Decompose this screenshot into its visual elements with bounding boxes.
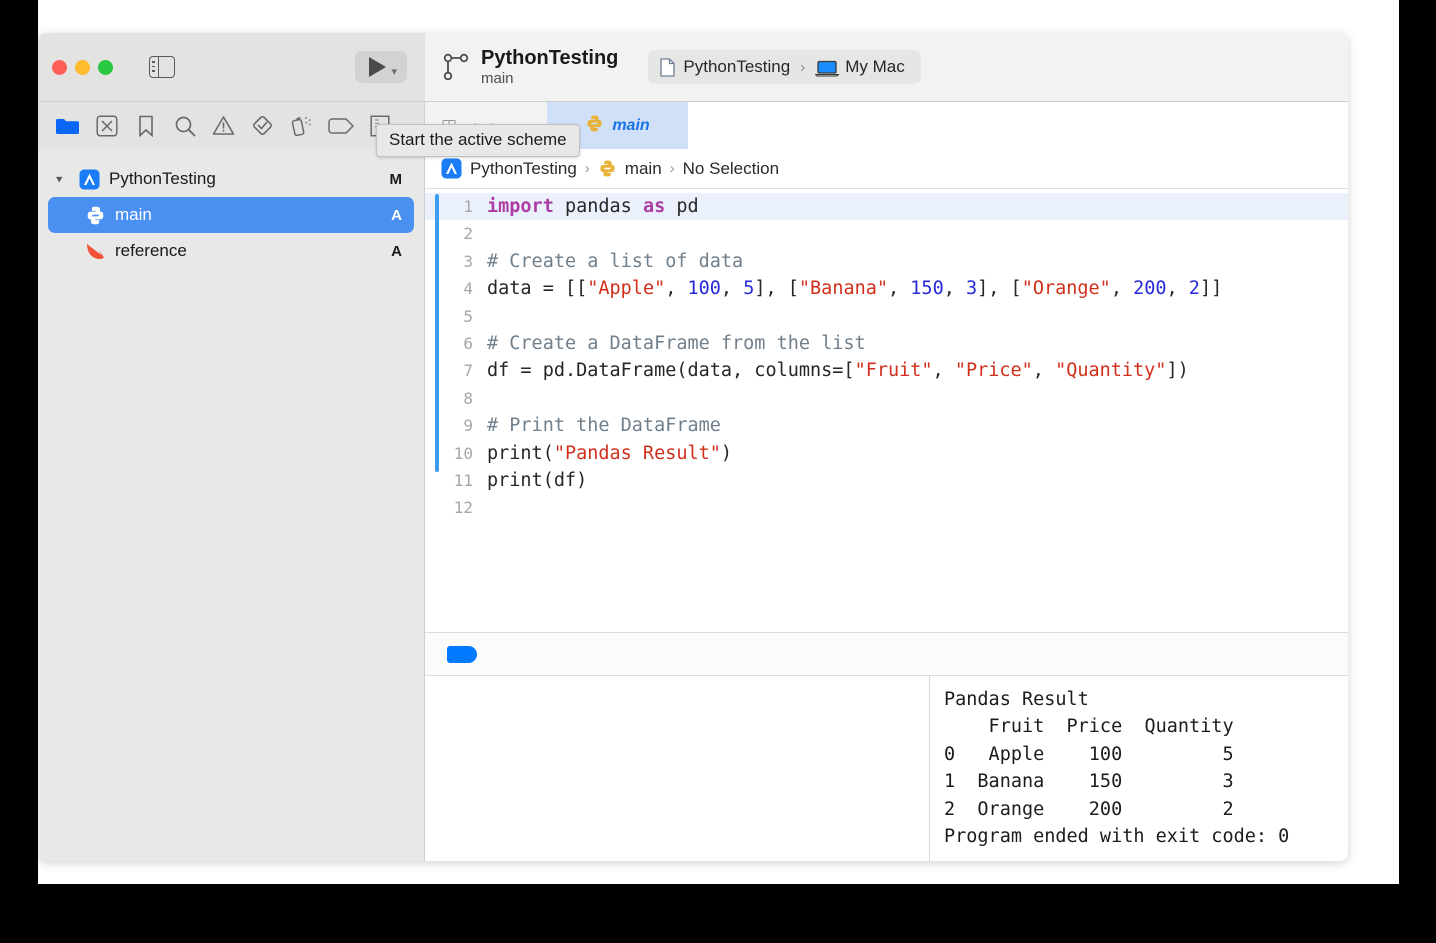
- navigator-tab-breakpoints[interactable]: [321, 106, 360, 146]
- code-line[interactable]: 11 print(df): [425, 467, 1348, 494]
- xcode-project-icon: [441, 158, 462, 179]
- title-bar: ▾ PythonTesting main PythonTesting › My …: [38, 33, 1348, 101]
- navigator-item-label: main: [115, 205, 152, 224]
- breadcrumb-item-file[interactable]: main: [625, 159, 662, 179]
- navigator-item-status: A: [391, 242, 402, 260]
- code-text: import pandas as pd: [487, 196, 699, 217]
- code-text: print(df): [487, 469, 588, 491]
- diamond-check-icon: [253, 115, 272, 135]
- code-text: # Create a DataFrame from the list: [487, 332, 866, 354]
- tag-icon: [327, 117, 354, 134]
- navigator-tab-debug[interactable]: [282, 106, 321, 146]
- line-number: 12: [453, 498, 473, 518]
- tab-bar-empty-area: [688, 102, 1348, 149]
- python-icon: [82, 205, 108, 226]
- navigator-item-label: reference: [115, 241, 187, 260]
- navigator-tab-tests[interactable]: [243, 106, 282, 146]
- code-lines[interactable]: 1 import pandas as pd 2 3 # Create a list of…: [425, 193, 1348, 522]
- code-line[interactable]: 9 # Print the DataFrame: [425, 412, 1348, 439]
- destination-scheme-label: PythonTesting: [683, 57, 791, 76]
- mac-laptop-icon: [814, 60, 840, 76]
- navigator-tab-project[interactable]: [48, 106, 87, 146]
- breadcrumb-separator: ›: [584, 160, 590, 177]
- scheme-branch: main: [481, 69, 514, 87]
- xcode-window: ▾ PythonTesting main PythonTesting › My …: [38, 33, 1348, 861]
- bookmark-icon: [138, 115, 153, 137]
- navigator-item-pythontesting[interactable]: ▾ PythonTesting M: [48, 161, 414, 197]
- editor-column: PythonTesting › main › No Selection 1 imp…: [425, 149, 1348, 861]
- variables-view: [425, 676, 930, 861]
- debug-area: Pandas Result Fruit Price Quantity 0 App…: [425, 676, 1348, 861]
- chevron-down-icon[interactable]: ▾: [56, 172, 72, 186]
- python-icon: [598, 159, 617, 178]
- secondary-toolbar: ◫ ‹ › main: [38, 101, 1348, 149]
- navigator-item-reference[interactable]: reference A: [48, 233, 414, 269]
- debug-bar: [425, 632, 1348, 676]
- sidebar-toggle-icon[interactable]: [149, 56, 175, 78]
- console-output[interactable]: Pandas Result Fruit Price Quantity 0 App…: [930, 676, 1348, 861]
- code-text: # Print the DataFrame: [487, 415, 721, 437]
- navigator-item-status: A: [391, 206, 402, 224]
- tooltip: Start the active scheme: [376, 124, 580, 157]
- spray-can-icon: [291, 116, 311, 137]
- destination-separator: ›: [800, 58, 806, 76]
- run-destination-selector[interactable]: PythonTesting › My Mac: [648, 50, 921, 84]
- project-navigator-panel: ▾ PythonTesting M main A reference A: [38, 149, 425, 861]
- navigator-tab-bar: [38, 102, 425, 149]
- play-icon: [369, 57, 387, 77]
- search-icon: [175, 116, 195, 136]
- swift-icon: [82, 241, 108, 261]
- folder-icon: [56, 118, 79, 134]
- code-line[interactable]: 4 data = [["Apple", 100, 5], ["Banana", 1…: [425, 275, 1348, 302]
- navigator-tab-find[interactable]: [165, 106, 204, 146]
- breakpoint-toggle-icon[interactable]: [447, 645, 477, 663]
- chevron-down-icon: ▾: [391, 66, 397, 78]
- code-text: df = pd.DataFrame(data, columns=["Fruit"…: [487, 360, 1189, 382]
- navigator-item-label: PythonTesting: [109, 169, 216, 188]
- code-text: # Create a list of data: [487, 250, 744, 272]
- code-line[interactable]: 8: [425, 385, 1348, 412]
- close-window-button[interactable]: [52, 59, 67, 75]
- title-bar-left: ▾: [38, 33, 425, 101]
- code-line[interactable]: 1 import pandas as pd: [425, 193, 1348, 221]
- code-line[interactable]: 12: [425, 494, 1348, 521]
- code-line[interactable]: 2: [425, 220, 1348, 247]
- code-line[interactable]: 10 print("Pandas Result"): [425, 440, 1348, 467]
- window-controls: [52, 59, 113, 75]
- source-editor[interactable]: 1 import pandas as pd 2 3 # Create a list of…: [425, 189, 1348, 632]
- code-line[interactable]: 3 # Create a list of data: [425, 248, 1348, 275]
- navigator-tab-issues[interactable]: [204, 106, 243, 146]
- document-icon: [660, 57, 676, 77]
- code-line[interactable]: 6 # Create a DataFrame from the list: [425, 330, 1348, 357]
- main-body: ▾ PythonTesting M main A reference A Pyt…: [38, 149, 1348, 861]
- navigator-item-main[interactable]: main A: [48, 197, 414, 233]
- x-box-icon: [95, 114, 118, 137]
- code-text: print("Pandas Result"): [487, 442, 733, 464]
- run-button[interactable]: ▾: [355, 51, 407, 83]
- code-line[interactable]: 5: [425, 303, 1348, 330]
- navigator-tab-bookmarks[interactable]: [126, 106, 165, 146]
- scheme-name: PythonTesting: [481, 46, 619, 69]
- warning-triangle-icon: [212, 116, 235, 135]
- edited-lines-indicator: [435, 194, 439, 472]
- tab-label: main: [612, 116, 650, 134]
- zoom-window-button[interactable]: [98, 59, 113, 75]
- code-line[interactable]: 7 df = pd.DataFrame(data, columns=["Fruit…: [425, 357, 1348, 384]
- breadcrumb-separator: ›: [669, 160, 675, 177]
- branch-icon: [443, 52, 469, 82]
- scheme-area: PythonTesting main PythonTesting › My Ma…: [425, 33, 1348, 101]
- breadcrumb-item-selection[interactable]: No Selection: [683, 159, 779, 179]
- minimize-window-button[interactable]: [75, 59, 90, 75]
- destination-device-label: My Mac: [845, 57, 905, 76]
- xcode-project-icon: [76, 169, 102, 190]
- breadcrumb-item-project[interactable]: PythonTesting: [470, 159, 577, 179]
- scheme-selector[interactable]: PythonTesting main: [481, 47, 618, 88]
- navigator-tab-source-control[interactable]: [87, 106, 126, 146]
- code-text: data = [["Apple", 100, 5], ["Banana", 15…: [487, 278, 1223, 300]
- tooltip-text: Start the active scheme: [389, 130, 567, 149]
- navigator-item-status: M: [389, 170, 403, 188]
- screen: ▾ PythonTesting main PythonTesting › My …: [0, 0, 1436, 943]
- python-icon: [585, 114, 604, 138]
